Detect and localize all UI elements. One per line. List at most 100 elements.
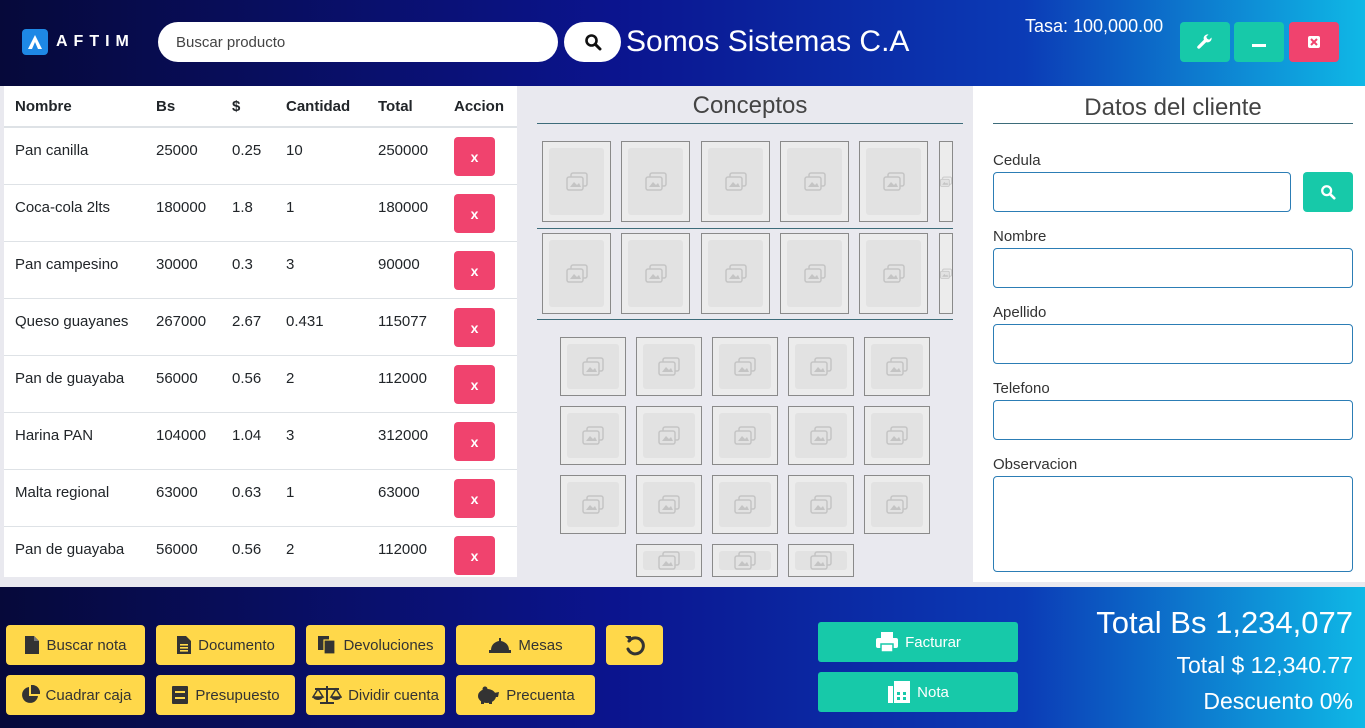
remove-item-button[interactable]: x [454,137,495,176]
category-tile[interactable] [542,233,611,314]
image-placeholder-icon [582,494,604,514]
category-tile[interactable] [859,141,928,222]
remove-item-button[interactable]: x [454,194,495,233]
category-strip-divider [537,228,953,229]
product-tile[interactable] [636,475,702,534]
product-tile[interactable] [712,475,778,534]
product-tile[interactable] [712,544,778,577]
category-tile[interactable] [621,141,690,222]
product-tile[interactable] [864,406,930,465]
product-search-button[interactable] [564,22,621,62]
product-tile[interactable] [864,337,930,396]
remove-item-button[interactable]: x [454,536,495,575]
remove-item-button[interactable]: x [454,422,495,461]
product-tile[interactable] [636,406,702,465]
remove-item-button[interactable]: x [454,365,495,404]
category-tile[interactable] [859,233,928,314]
cell-nombre: Queso guayanes [15,313,129,330]
telefono-label: Telefono [993,380,1050,397]
buscar-nota-button[interactable]: Buscar nota [6,625,145,665]
cell-bs: 267000 [156,313,207,330]
close-icon [1308,36,1320,48]
category-tile[interactable] [780,233,849,314]
image-placeholder-icon [810,356,832,376]
devoluciones-button[interactable]: Devoluciones [306,625,445,665]
product-tile[interactable] [788,544,854,577]
image-placeholder-icon [886,494,908,514]
column-header-usd: $ [232,98,241,115]
cell-bs: 56000 [156,370,198,387]
facturar-button[interactable]: Facturar [818,622,1018,662]
product-tile[interactable] [560,337,626,396]
category-tile[interactable] [621,233,690,314]
precuenta-button[interactable]: Precuenta [456,675,595,715]
cell-nombre: Harina PAN [15,427,94,444]
cell-usd: 0.25 [232,142,262,159]
cell-total: 63000 [378,484,420,501]
minimize-button[interactable] [1234,22,1284,62]
image-placeholder-icon [734,550,756,570]
exchange-rate: Tasa: 100,000.00 [1025,16,1164,36]
image-placeholder-icon [803,171,826,191]
fax-icon [888,681,911,703]
telefono-field[interactable] [993,400,1353,440]
cuadrar-caja-button[interactable]: Cuadrar caja [6,675,145,715]
apellido-label: Apellido [993,304,1047,321]
image-placeholder-icon [940,176,952,187]
product-search-input[interactable] [158,22,558,62]
cell-nombre: Coca-cola 2lts [15,199,111,216]
presupuesto-button[interactable]: Presupuesto [156,675,295,715]
category-tile[interactable] [701,141,770,222]
total-usd: Total $ 12,340.77 [1176,652,1353,678]
product-tile[interactable] [788,406,854,465]
cell-bs: 180000 [156,199,207,216]
documento-button[interactable]: Documento [156,625,295,665]
category-tile[interactable] [939,141,953,222]
cell-total: 180000 [378,199,429,216]
cell-nombre: Pan campesino [15,256,119,273]
product-tile[interactable] [864,475,930,534]
mesas-button[interactable]: Mesas [456,625,595,665]
table-header: Nombre Bs $ Cantidad Total Accion [4,86,517,128]
product-tile[interactable] [788,475,854,534]
product-tile[interactable] [560,475,626,534]
remove-item-button[interactable]: x [454,479,495,518]
file-icon [25,636,40,654]
table-row: Queso guayanes 267000 2.67 0.431 115077 … [4,299,517,356]
product-tile[interactable] [712,406,778,465]
category-tile[interactable] [939,233,953,314]
presupuesto-label: Presupuesto [195,686,280,704]
product-tile[interactable] [636,544,702,577]
product-tile[interactable] [788,337,854,396]
category-tile[interactable] [542,141,611,222]
cell-total: 115077 [378,313,427,330]
nombre-field[interactable] [993,248,1353,288]
table-row: Coca-cola 2lts 180000 1.8 1 180000 x [4,185,517,242]
cell-bs: 104000 [156,427,207,444]
total-bs: Total Bs 1,234,077 [1096,605,1353,640]
dividir-cuenta-button[interactable]: Dividir cuenta [306,675,445,715]
search-icon [1321,185,1336,200]
image-placeholder-icon [810,550,832,570]
order-table: Nombre Bs $ Cantidad Total Accion Pan ca… [4,86,517,577]
cedula-search-button[interactable] [1303,172,1353,212]
remove-item-button[interactable]: x [454,308,495,347]
close-button[interactable] [1289,22,1339,62]
settings-button[interactable] [1180,22,1230,62]
image-placeholder-icon [644,171,667,191]
remove-item-button[interactable]: x [454,251,495,290]
devoluciones-label: Devoluciones [343,636,434,654]
category-tile[interactable] [701,233,770,314]
product-tile[interactable] [712,337,778,396]
apellido-field[interactable] [993,324,1353,364]
category-tile[interactable] [780,141,849,222]
product-tile[interactable] [636,337,702,396]
cell-cantidad: 2 [286,370,295,387]
nota-button[interactable]: Nota [818,672,1018,712]
product-tile[interactable] [560,406,626,465]
nombre-label: Nombre [993,228,1047,245]
cell-bs: 56000 [156,541,198,558]
undo-button[interactable] [606,625,663,665]
cedula-field[interactable] [993,172,1291,212]
observacion-field[interactable] [993,476,1353,572]
